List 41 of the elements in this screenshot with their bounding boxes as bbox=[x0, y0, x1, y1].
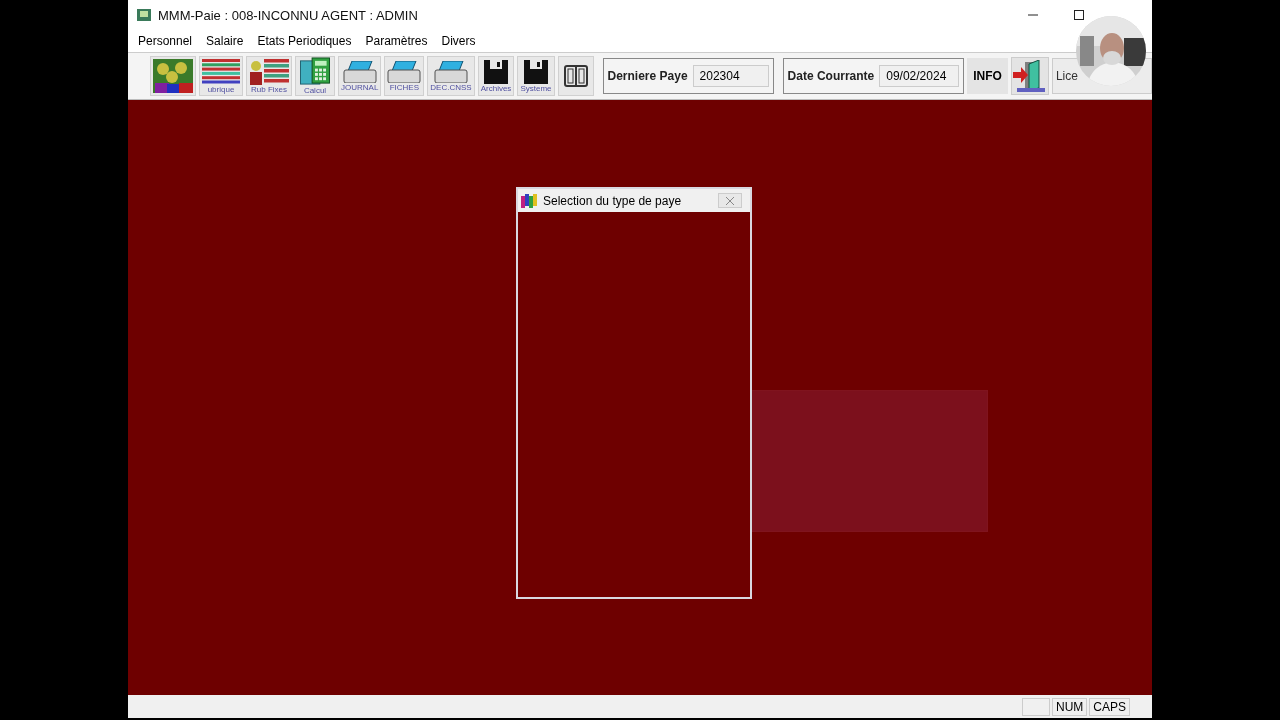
menu-item[interactable]: Salaire bbox=[199, 34, 251, 48]
exit-door-icon bbox=[1012, 60, 1047, 92]
field-label: Derniere Paye bbox=[607, 69, 688, 83]
close-button[interactable] bbox=[718, 193, 742, 208]
app-icon bbox=[521, 193, 537, 208]
value-field[interactable]: 202304 bbox=[692, 65, 769, 87]
status-indicator: NUM bbox=[1052, 697, 1088, 716]
menu-item[interactable]: Divers bbox=[434, 34, 483, 48]
toolbar-button[interactable]: Rub Fixes bbox=[246, 56, 292, 96]
info-button[interactable]: INFO bbox=[967, 58, 1008, 94]
toolbar-button[interactable] bbox=[557, 56, 594, 96]
app-icon bbox=[136, 7, 152, 23]
toolbar-button[interactable]: DEC.CNSS bbox=[427, 56, 475, 96]
person-ledger-icon bbox=[249, 58, 289, 85]
printer-icon bbox=[387, 60, 422, 83]
dialog-title: Selection du type de paye bbox=[543, 193, 682, 208]
panels-icon bbox=[563, 65, 588, 87]
window-title: MMM-Paie : 008-INCONNU AGENT : ADMIN bbox=[158, 7, 418, 23]
toolbar-button[interactable]: JOURNAL bbox=[338, 56, 382, 96]
menu-item[interactable]: Etats Periodiques bbox=[250, 34, 359, 48]
status-indicator: CAPS bbox=[1089, 697, 1130, 716]
toolbar-button[interactable]: Systeme bbox=[517, 56, 555, 96]
exit-button[interactable] bbox=[1010, 57, 1049, 95]
toolbar-button[interactable]: FICHES bbox=[384, 56, 425, 96]
close-icon bbox=[726, 196, 734, 205]
menu-item[interactable]: Paramètres bbox=[358, 34, 435, 48]
toolbar-button[interactable]: Calcul bbox=[295, 56, 335, 96]
calculator-icon bbox=[298, 57, 332, 86]
people-icon bbox=[153, 59, 193, 93]
toolbar-button[interactable]: ubrique bbox=[199, 56, 243, 96]
menu-item[interactable]: Personnel bbox=[131, 34, 200, 48]
ledger-icon bbox=[202, 58, 240, 85]
field-label: Date Courrante bbox=[787, 69, 875, 83]
printer-icon bbox=[342, 60, 377, 83]
value-field[interactable]: 09/02/2024 bbox=[879, 65, 960, 87]
toolbar-button[interactable]: Archives bbox=[477, 56, 515, 96]
toolbar-button[interactable] bbox=[150, 56, 196, 96]
maximize-icon bbox=[1074, 10, 1084, 20]
printer-icon bbox=[434, 60, 468, 83]
maximize-button[interactable] bbox=[1072, 8, 1086, 22]
status-panel bbox=[1022, 697, 1050, 716]
